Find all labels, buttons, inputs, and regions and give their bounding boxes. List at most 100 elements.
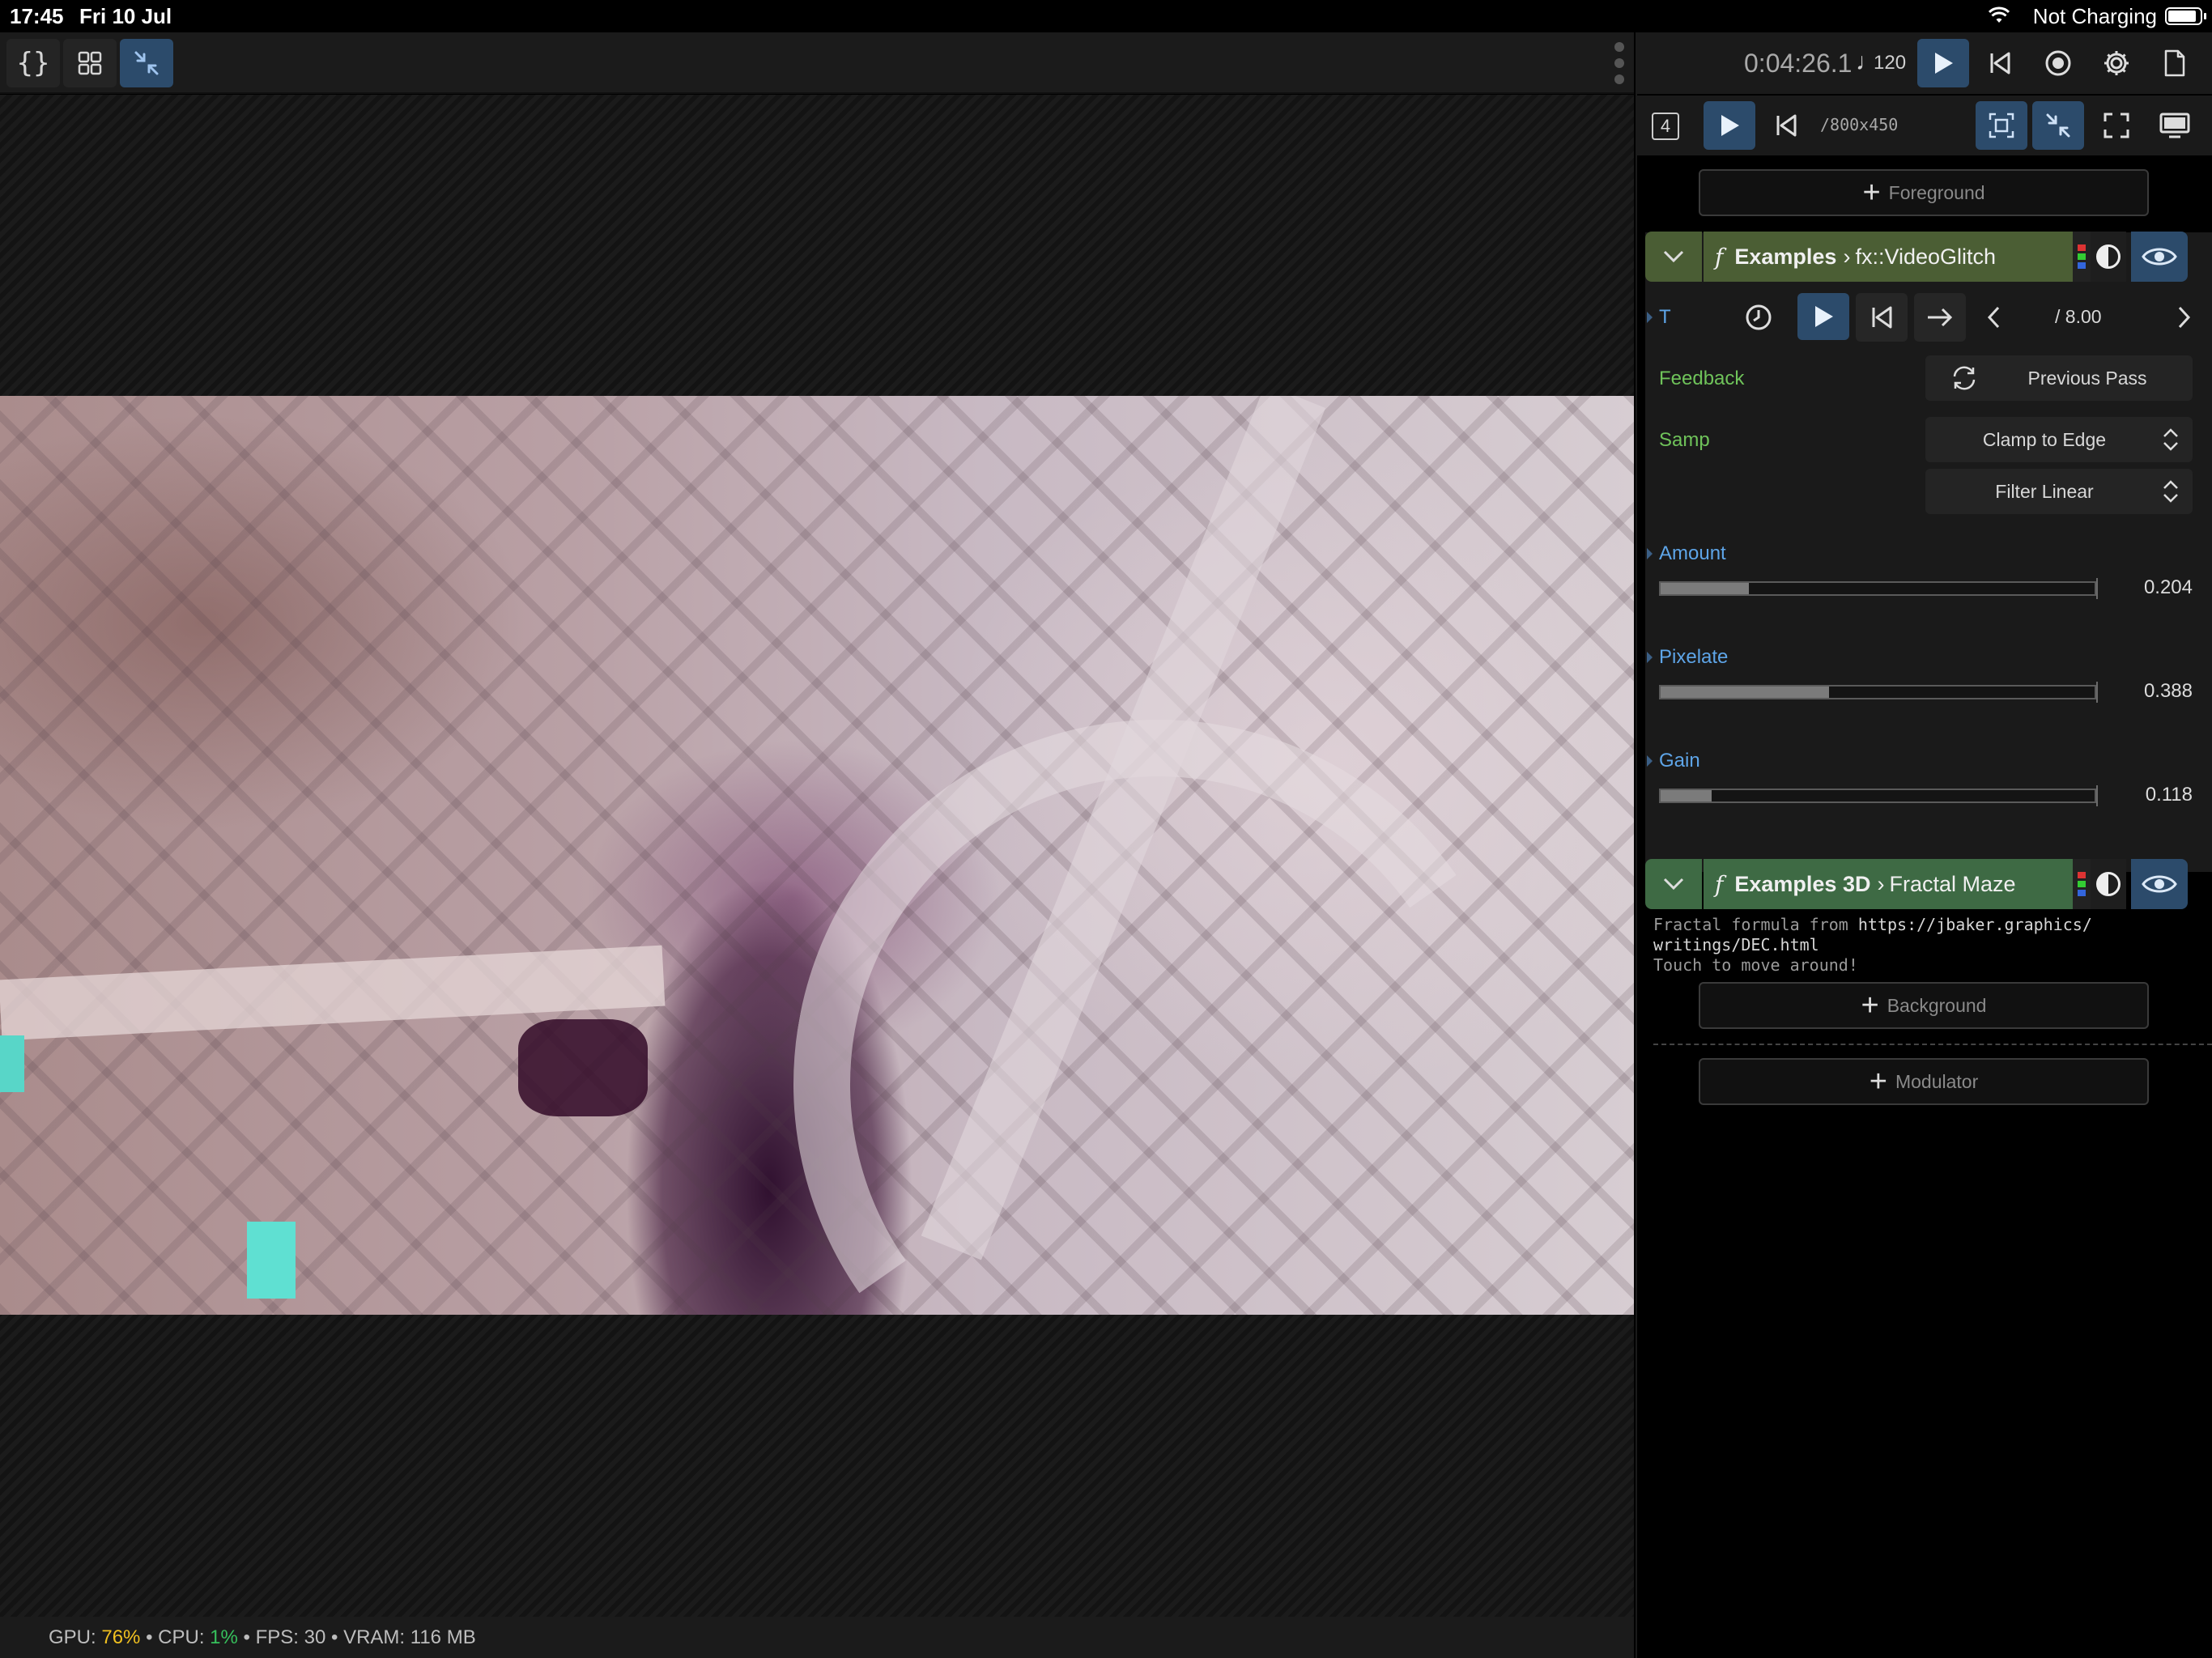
skip-back-icon (1990, 52, 2010, 74)
param-expand-icon[interactable] (1647, 755, 1653, 767)
layer-rewind-button[interactable] (1856, 293, 1908, 342)
plus-icon: + (1869, 1065, 1887, 1099)
slider-fill (1661, 790, 1712, 801)
monitor-icon (2159, 113, 2190, 138)
param-slider-gain[interactable] (1659, 789, 2096, 803)
layer-name: fx::VideoGlitch (1855, 244, 1997, 269)
skip-back-icon (1776, 114, 1797, 137)
layer-namespace: Examples (1734, 244, 1837, 269)
chevron-right-icon (2178, 306, 2191, 329)
layer-play-button[interactable] (1797, 293, 1849, 340)
transport-time: 0:04:26.1 (1744, 49, 1853, 78)
feedback-select[interactable]: Previous Pass (1925, 355, 2193, 401)
plus-icon: + (1862, 176, 1881, 210)
document-button[interactable] (2149, 39, 2201, 87)
fit-frame-button[interactable] (1976, 101, 2027, 150)
time-param-label[interactable]: T (1659, 306, 1671, 329)
blend-mode-button[interactable] (2091, 232, 2126, 282)
external-display-button[interactable] (2149, 101, 2201, 150)
breadcrumb-separator: › (1877, 871, 1885, 896)
samp-label: Samp (1659, 429, 1710, 451)
refresh-icon (1953, 366, 1976, 390)
clock-button[interactable] (1733, 293, 1784, 342)
updown-chevron-icon (2163, 480, 2178, 503)
add-background-label: Background (1887, 994, 1987, 1016)
blend-mode-button[interactable] (2091, 859, 2126, 909)
add-modulator-button[interactable]: + Modulator (1699, 1058, 2149, 1105)
time-forward-button[interactable] (1914, 293, 1966, 342)
status-date: Fri 10 Jul (79, 4, 172, 28)
rewind-button[interactable] (1974, 39, 2026, 87)
param-value-pixelate[interactable]: 0.388 (2120, 680, 2193, 703)
layer-count-button[interactable]: 4 (1647, 102, 1684, 151)
eye-icon (2142, 248, 2177, 266)
param-expand-icon[interactable] (1647, 652, 1653, 663)
grid-layout-button[interactable] (63, 39, 117, 87)
resolution-label[interactable]: /800x450 (1820, 115, 1898, 134)
visibility-toggle[interactable] (2131, 232, 2188, 282)
divider (1653, 1044, 2212, 1045)
param-label-gain[interactable]: Gain (1659, 750, 1700, 772)
separator: • (331, 1626, 338, 1648)
settings-button[interactable] (2091, 39, 2142, 87)
feedback-label: Feedback (1659, 368, 1745, 389)
collapse-arrows-icon (134, 51, 159, 75)
layer-title[interactable]: f Examples 3D › Fractal Maze (1704, 859, 2073, 909)
rgb-channels-icon[interactable] (2073, 232, 2091, 282)
collapse-view-button[interactable] (120, 39, 173, 87)
collapse-layer-button[interactable] (1645, 859, 1702, 909)
gpu-value: 76% (101, 1626, 141, 1648)
layer-count: 4 (1652, 113, 1679, 140)
fullscreen-button[interactable] (2091, 101, 2142, 150)
param-value-amount[interactable]: 0.204 (2120, 576, 2193, 599)
collapse-layer-button[interactable] (1645, 232, 1702, 282)
play-button[interactable] (1917, 39, 1969, 87)
fps-value: 30 (304, 1626, 326, 1648)
slider-fill (1661, 583, 1750, 594)
preview-rewind-button[interactable] (1760, 101, 1812, 150)
description-link-cont[interactable]: writings/DEC.html (1653, 935, 2204, 955)
time-decrement-button[interactable] (1967, 293, 2019, 342)
rgb-channels-icon[interactable] (2073, 859, 2091, 909)
wrap-mode-select[interactable]: Clamp to Edge (1925, 417, 2193, 462)
gpu-label: GPU: (49, 1626, 96, 1648)
description-hint: Touch to move around! (1653, 955, 1858, 975)
wifi-icon (1988, 5, 2010, 30)
time-increment-button[interactable] (2159, 293, 2210, 342)
add-background-button[interactable]: + Background (1699, 982, 2149, 1029)
separator: • (146, 1626, 153, 1648)
param-label-amount[interactable]: Amount (1659, 542, 1726, 565)
layer-title[interactable]: f Examples › fx::VideoGlitch (1704, 232, 2073, 282)
preview-area (0, 95, 1634, 1617)
preview-play-button[interactable] (1704, 101, 1755, 150)
editor-toolbar: {} (0, 32, 1634, 94)
filter-mode-select[interactable]: Filter Linear (1925, 469, 2193, 514)
param-slider-amount[interactable] (1659, 581, 2096, 596)
record-button[interactable] (2032, 39, 2084, 87)
status-bar: 17:45 Fri 10 Jul Not Charging (0, 0, 2212, 32)
param-expand-icon[interactable] (1647, 548, 1653, 559)
vram-label: VRAM: (343, 1626, 406, 1648)
code-editor-button[interactable]: {} (6, 39, 60, 87)
slider-fill (1661, 687, 1829, 698)
layer-description: Fractal formula from https://jbaker.grap… (1653, 915, 2204, 976)
visibility-toggle[interactable] (2131, 859, 2188, 909)
record-icon (2045, 50, 2071, 76)
description-link[interactable]: https://jbaker.graphics/ (1858, 915, 2092, 934)
add-foreground-button[interactable]: + Foreground (1699, 169, 2149, 216)
more-options-handle[interactable] (1611, 39, 1627, 87)
wrap-mode-value: Clamp to Edge (1982, 428, 2107, 450)
video-output[interactable] (0, 396, 1634, 1315)
function-icon: f (1715, 870, 1724, 898)
param-slider-pixelate[interactable] (1659, 685, 2096, 699)
frame-icon (1989, 113, 2014, 138)
slider-end-marker (2096, 785, 2098, 806)
vram-value: 116 MB (410, 1626, 476, 1648)
time-value[interactable]: / 8.00 (2055, 306, 2102, 328)
param-value-gain[interactable]: 0.118 (2120, 784, 2193, 806)
param-label-pixelate[interactable]: Pixelate (1659, 646, 1728, 669)
collapse-preview-button[interactable] (2032, 101, 2084, 150)
layer-namespace: Examples 3D (1734, 871, 1871, 896)
bpm-value[interactable]: 120 (1874, 52, 1906, 74)
preview-controls-bar: 4 /800x450 (1637, 96, 2212, 155)
